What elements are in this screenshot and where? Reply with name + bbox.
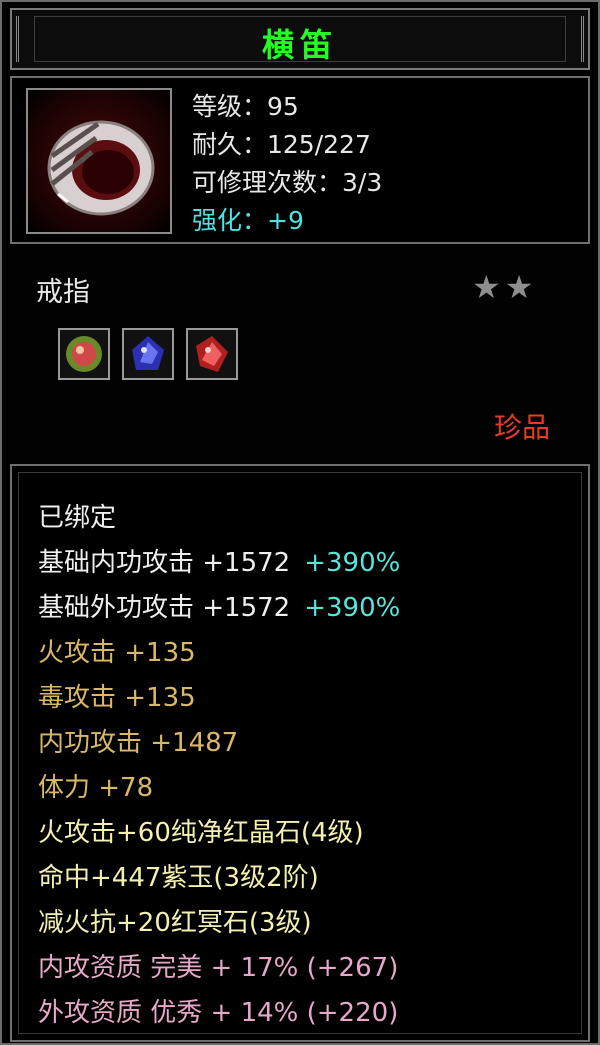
red-gem-icon	[186, 328, 238, 380]
title-bar: 横笛	[10, 8, 590, 70]
stats-panel: 已绑定 基础内功攻击 +1572 +390% 基础外功攻击 +1572 +390% …	[10, 464, 590, 1042]
ring-icon	[26, 88, 172, 234]
green-gem-icon	[58, 328, 110, 380]
stat-base-outer-label: 基础外功攻击 +1572	[38, 593, 291, 623]
rarity-label: 珍品	[494, 411, 551, 444]
item-info-panel: 等级：95 耐久：125/227 可修理次数：3/3 强化：+9	[10, 76, 590, 244]
item-repairs: 可修理次数：3/3	[192, 168, 383, 197]
item-info-lines: 等级：95 耐久：125/227 可修理次数：3/3 强化：+9	[192, 88, 382, 240]
gem-stat-resist: 减火抗+20红冥石(3级)	[38, 908, 312, 938]
stat-fire-attack: 火攻击 +135	[38, 638, 196, 668]
stat-base-inner-label: 基础内功攻击 +1572	[38, 548, 291, 578]
stat-base-outer-bonus: +390%	[304, 593, 401, 623]
quality-inner: 内攻资质 完美 + 17% (+267)	[38, 953, 399, 983]
bound-status: 已绑定	[38, 503, 117, 533]
stat-base-inner-bonus: +390%	[304, 548, 401, 578]
item-type: 戒指	[36, 277, 90, 308]
item-enhance: 强化：+9	[192, 206, 304, 235]
item-name: 横笛	[261, 26, 338, 64]
gem-stat-fire: 火攻击+60纯净红晶石(4级)	[38, 818, 364, 848]
star-rating: ★★	[472, 268, 538, 306]
item-tooltip: 横笛 等级：95 耐久：125/227 可修理次数：3/3 强化：+9 戒指 ★…	[0, 0, 600, 1045]
stat-poison-attack: 毒攻击 +135	[38, 683, 196, 713]
stat-inner-attack: 内功攻击 +1487	[38, 728, 239, 758]
stat-list: 已绑定 基础内功攻击 +1572 +390% 基础外功攻击 +1572 +390% …	[38, 496, 400, 1036]
gem-stat-accuracy: 命中+447紫玉(3级2阶)	[38, 863, 319, 893]
stat-stamina: 体力 +78	[38, 773, 154, 803]
stat-base-outer: 基础外功攻击 +1572 +390%	[38, 586, 400, 631]
stat-base-inner: 基础内功攻击 +1572 +390%	[38, 541, 400, 586]
item-level: 等级：95	[192, 92, 299, 121]
quality-outer: 外攻资质 优秀 + 14% (+220)	[38, 998, 399, 1028]
item-durability: 耐久：125/227	[192, 130, 371, 159]
blue-gem-icon	[122, 328, 174, 380]
